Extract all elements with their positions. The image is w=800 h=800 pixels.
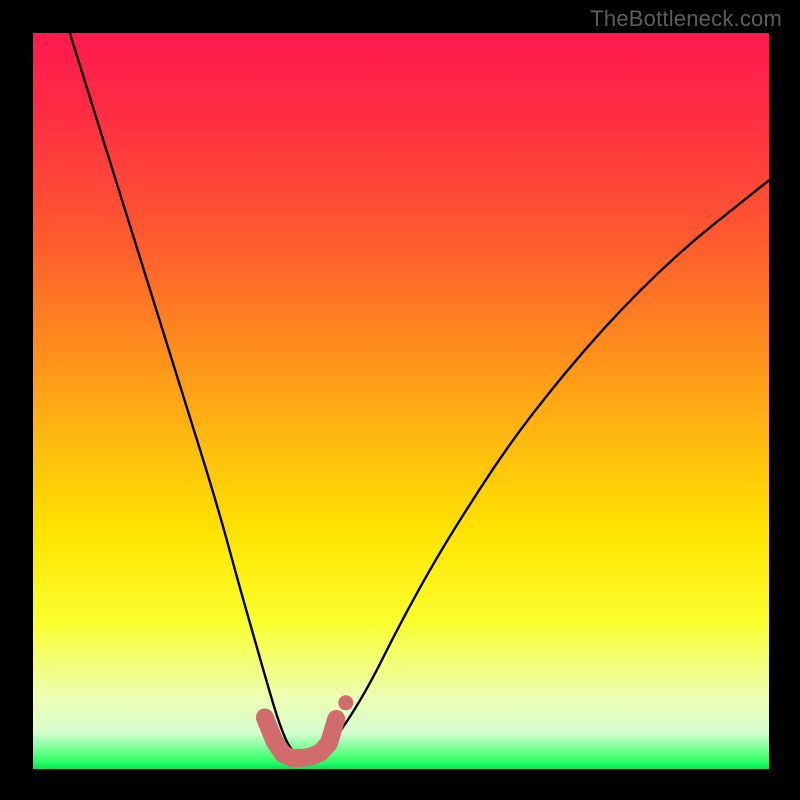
watermark-text: TheBottleneck.com xyxy=(590,6,782,32)
valley-marker xyxy=(265,695,353,758)
curve-layer xyxy=(33,33,769,769)
plot-area xyxy=(33,33,769,769)
chart-frame: TheBottleneck.com xyxy=(0,0,800,800)
valley-marker-dot xyxy=(338,695,353,710)
bottleneck-curve xyxy=(70,33,769,758)
valley-marker-stroke xyxy=(265,717,336,757)
